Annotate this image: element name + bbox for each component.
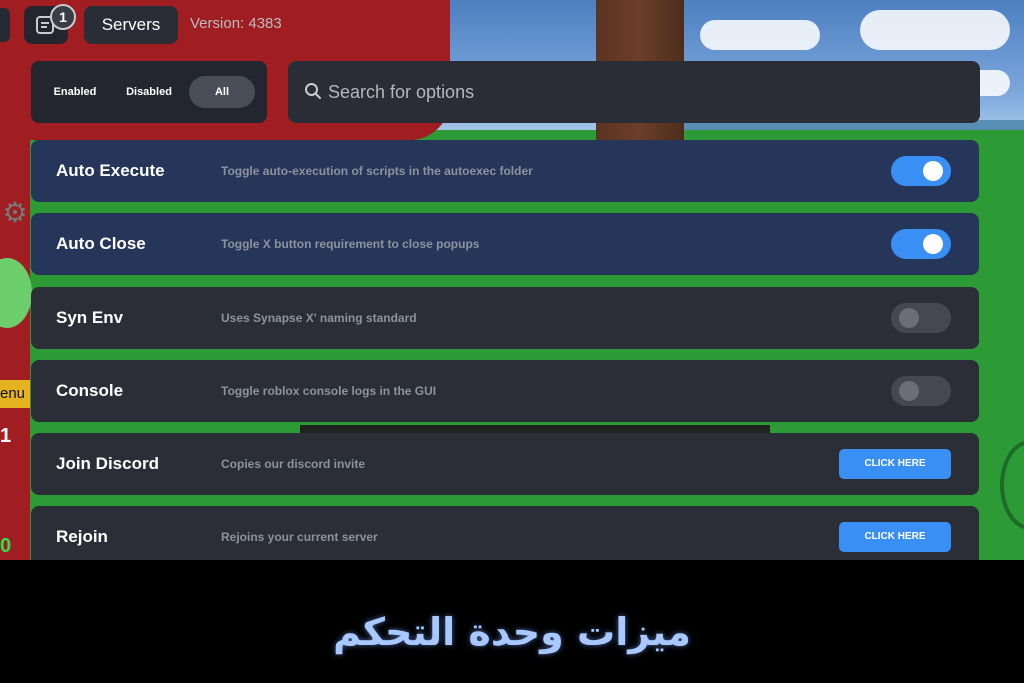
- option-title: Syn Env: [56, 308, 124, 327]
- tab-enabled[interactable]: Enabled: [43, 76, 107, 108]
- option-row-syn-env: Syn Env Uses Synapse X' naming standard: [31, 287, 979, 349]
- toggle-knob: [923, 234, 943, 254]
- option-title: Auto Execute: [56, 161, 165, 180]
- search-icon: [305, 83, 321, 99]
- option-description: Copies our discord invite: [221, 457, 366, 471]
- game-number: 1: [0, 425, 12, 447]
- option-description: Toggle auto-execution of scripts in the …: [221, 164, 533, 178]
- game-menu-label[interactable]: enu: [0, 380, 30, 408]
- auto-execute-toggle[interactable]: [891, 156, 951, 186]
- option-row-auto-close: Auto Close Toggle X button requirement t…: [31, 213, 979, 275]
- option-description: Rejoins your current server: [221, 530, 378, 544]
- cloud: [700, 20, 820, 50]
- gear-icon[interactable]: ⚙: [0, 198, 30, 228]
- tab-all[interactable]: All: [189, 76, 255, 108]
- option-row-rejoin: Rejoin Rejoins your current server CLICK…: [31, 506, 979, 560]
- tab-disabled[interactable]: Disabled: [115, 76, 183, 108]
- cloud: [860, 10, 1010, 50]
- rejoin-button[interactable]: CLICK HERE: [839, 522, 951, 552]
- console-toggle[interactable]: [891, 376, 951, 406]
- notification-badge: 1: [50, 4, 76, 30]
- option-description: Toggle X button requirement to close pop…: [221, 237, 480, 251]
- option-row-console: Console Toggle roblox console logs in th…: [31, 360, 979, 422]
- toggle-knob: [899, 308, 919, 328]
- filter-tabs: Enabled Disabled All: [31, 61, 267, 123]
- toggle-knob: [923, 161, 943, 181]
- option-title: Join Discord: [56, 454, 159, 473]
- join-discord-button[interactable]: CLICK HERE: [839, 449, 951, 479]
- servers-button[interactable]: Servers: [84, 6, 178, 44]
- option-title: Console: [56, 381, 124, 400]
- option-description: Uses Synapse X' naming standard: [221, 311, 417, 325]
- topbar-left-button[interactable]: [0, 8, 10, 42]
- search-bar[interactable]: [288, 61, 980, 123]
- option-row-join-discord: Join Discord Copies our discord invite C…: [31, 433, 979, 495]
- search-input[interactable]: [328, 75, 948, 109]
- option-row-auto-execute: Auto Execute Toggle auto-execution of sc…: [31, 140, 979, 202]
- toggle-knob: [899, 381, 919, 401]
- option-title: Rejoin: [56, 527, 108, 546]
- option-description: Toggle roblox console logs in the GUI: [221, 384, 437, 398]
- syn-env-toggle[interactable]: [891, 303, 951, 333]
- caption-text: ميزات وحدة التحكم: [333, 610, 691, 654]
- game-counter: 0: [0, 535, 12, 557]
- option-title: Auto Close: [56, 234, 146, 253]
- version-label: Version: 4383: [190, 15, 282, 32]
- auto-close-toggle[interactable]: [891, 229, 951, 259]
